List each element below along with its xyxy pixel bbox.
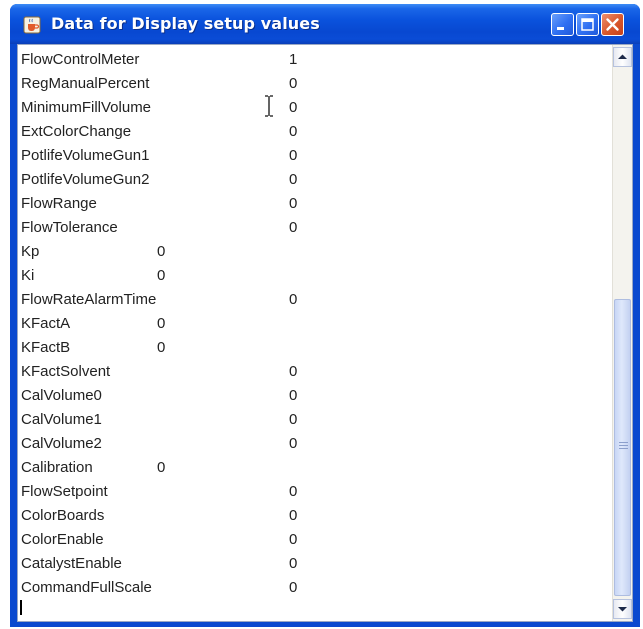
setting-name: Calibration bbox=[21, 459, 93, 476]
close-icon bbox=[606, 18, 619, 31]
values-list: FlowControlMeter 1 RegManualPercent 0 Minimu… bbox=[21, 48, 611, 618]
list-item: FlowControlMeter 1 bbox=[21, 48, 611, 72]
setting-name: FlowSetpoint bbox=[21, 483, 108, 500]
arrow-down-icon bbox=[618, 607, 627, 612]
maximize-button[interactable] bbox=[576, 13, 599, 36]
setting-name: ColorBoards bbox=[21, 507, 105, 524]
setting-value: 0 bbox=[157, 243, 166, 260]
setting-name: FlowTolerance bbox=[21, 219, 118, 236]
setting-value: 0 bbox=[157, 267, 166, 284]
setting-value: 0 bbox=[289, 579, 298, 596]
setting-value: 0 bbox=[289, 195, 298, 212]
list-item: FlowRateAlarmTime 0 bbox=[21, 288, 611, 312]
setting-name: PotlifeVolumeGun2 bbox=[21, 171, 150, 188]
setting-value: 0 bbox=[289, 219, 298, 236]
list-item: ColorBoards 0 bbox=[21, 504, 611, 528]
setting-value: 0 bbox=[289, 291, 298, 308]
setting-name: CalVolume2 bbox=[21, 435, 102, 452]
setting-value: 0 bbox=[289, 171, 298, 188]
setting-name: FlowRange bbox=[21, 195, 97, 212]
setting-value: 0 bbox=[157, 339, 166, 356]
list-item: CalVolume1 0 bbox=[21, 408, 611, 432]
arrow-up-icon bbox=[618, 54, 627, 59]
vertical-scrollbar[interactable] bbox=[612, 45, 632, 621]
setting-name: MinimumFillVolume bbox=[21, 99, 152, 116]
ibeam-cursor-icon bbox=[265, 95, 273, 117]
setting-value: 1 bbox=[289, 51, 298, 68]
setting-value: 0 bbox=[289, 435, 298, 452]
list-item: ColorEnable 0 bbox=[21, 528, 611, 552]
setting-value: 0 bbox=[289, 411, 298, 428]
minimize-button[interactable] bbox=[551, 13, 574, 36]
grip-line bbox=[619, 442, 628, 443]
setting-name: Kp bbox=[21, 243, 40, 260]
text-caret bbox=[20, 600, 22, 615]
list-item: PotlifeVolumeGun2 0 bbox=[21, 168, 611, 192]
setting-value: 0 bbox=[289, 123, 298, 140]
list-item: Kp 0 bbox=[21, 240, 611, 264]
setting-value: 0 bbox=[157, 459, 166, 476]
list-item: KFactB 0 bbox=[21, 336, 611, 360]
setting-value: 0 bbox=[289, 147, 298, 164]
setting-value: 0 bbox=[289, 75, 298, 92]
list-item: RegManualPercent 0 bbox=[21, 72, 611, 96]
setting-name: KFactB bbox=[21, 339, 71, 356]
app-window: Data for Display setup values FlowContro… bbox=[10, 4, 640, 627]
minimize-icon bbox=[557, 27, 564, 30]
setting-value: 0 bbox=[289, 531, 298, 548]
setting-name: CalVolume1 bbox=[21, 411, 102, 428]
grip-line bbox=[619, 448, 628, 449]
list-item: CommandFullScale 0 bbox=[21, 576, 611, 600]
list-item: FlowRange 0 bbox=[21, 192, 611, 216]
setting-name: ColorEnable bbox=[21, 531, 104, 548]
setting-name: RegManualPercent bbox=[21, 75, 150, 92]
setting-value: 0 bbox=[289, 99, 298, 116]
scroll-thumb[interactable] bbox=[614, 299, 631, 596]
setting-name: KFactSolvent bbox=[21, 363, 111, 380]
setting-value: 0 bbox=[157, 315, 166, 332]
scroll-up-button[interactable] bbox=[613, 47, 632, 67]
setting-name: FlowRateAlarmTime bbox=[21, 291, 157, 308]
list-item: ExtColorChange 0 bbox=[21, 120, 611, 144]
list-item: PotlifeVolumeGun1 0 bbox=[21, 144, 611, 168]
list-item: FlowSetpoint 0 bbox=[21, 480, 611, 504]
list-item: Ki 0 bbox=[21, 264, 611, 288]
list-item: CalVolume0 0 bbox=[21, 384, 611, 408]
java-cup-icon bbox=[23, 16, 41, 34]
list-item: Calibration 0 bbox=[21, 456, 611, 480]
maximize-icon bbox=[581, 18, 594, 31]
scroll-down-button[interactable] bbox=[613, 599, 632, 619]
list-item: KFactSolvent 0 bbox=[21, 360, 611, 384]
setting-name: Ki bbox=[21, 267, 35, 284]
close-button[interactable] bbox=[601, 13, 624, 36]
setting-value: 0 bbox=[289, 507, 298, 524]
grip-line bbox=[619, 445, 628, 446]
setting-name: CatalystEnable bbox=[21, 555, 122, 572]
setting-value: 0 bbox=[289, 483, 298, 500]
text-area[interactable]: FlowControlMeter 1 RegManualPercent 0 Minimu… bbox=[17, 44, 633, 622]
list-item: MinimumFillVolume 0 bbox=[21, 96, 611, 120]
setting-name: CommandFullScale bbox=[21, 579, 152, 596]
setting-name: PotlifeVolumeGun1 bbox=[21, 147, 150, 164]
setting-value: 0 bbox=[289, 363, 298, 380]
setting-name: FlowControlMeter bbox=[21, 51, 140, 68]
list-item: FlowTolerance 0 bbox=[21, 216, 611, 240]
setting-name: CalVolume0 bbox=[21, 387, 102, 404]
setting-name: ExtColorChange bbox=[21, 123, 132, 140]
setting-value: 0 bbox=[289, 555, 298, 572]
title-bar[interactable]: Data for Display setup values bbox=[10, 4, 640, 44]
setting-name: KFactA bbox=[21, 315, 71, 332]
list-item: CatalystEnable 0 bbox=[21, 552, 611, 576]
list-item: KFactA 0 bbox=[21, 312, 611, 336]
list-item: CalVolume2 0 bbox=[21, 432, 611, 456]
setting-value: 0 bbox=[289, 387, 298, 404]
window-title: Data for Display setup values bbox=[51, 14, 320, 33]
